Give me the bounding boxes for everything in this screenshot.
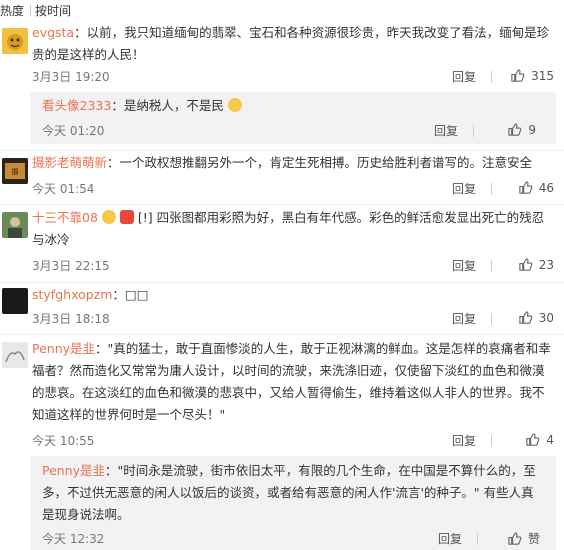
thumbs-up-icon [519, 258, 533, 271]
comment-meta: 3月3日 19:20 回复 315 [32, 68, 554, 86]
comment-body: ：以前，我只知道缅甸的翡翠、宝石和各种资源很珍贵，昨天我改变了看法，缅甸是珍贵的… [32, 25, 550, 62]
comment-meta: 今天 10:55 回复 4 [32, 432, 554, 450]
meta-divider [491, 435, 492, 447]
comment-username[interactable]: 摄影老萌萌新 [32, 155, 107, 170]
meta-divider [491, 183, 492, 195]
comment-text: 十三不靠08 [!] 四张图都用彩照为好，黑白有年代感。彩色的鲜活愈发显出死亡的… [32, 207, 556, 251]
comment-time: 今天 10:55 [32, 434, 95, 448]
meta-divider [477, 533, 478, 545]
comment-body: ：□□ [112, 287, 149, 302]
meta-divider [491, 260, 492, 272]
sub-reply-time: 今天 01:20 [42, 124, 105, 138]
comment-time: 今天 01:54 [32, 182, 95, 196]
sub-reply-meta: 今天 12:32 回复 赞 [42, 530, 540, 548]
reply-button[interactable]: 回复 [434, 122, 458, 139]
like-count: 4 [546, 432, 554, 447]
reply-button[interactable]: 回复 [452, 257, 476, 274]
comment-username[interactable]: Penny是韭 [32, 341, 95, 356]
like-button[interactable]: 315 [510, 68, 554, 83]
sub-reply-time: 今天 12:32 [42, 532, 105, 546]
sub-reply: Penny是韭："时间永是流驶，街市依旧太平，有限的几个生命，在中国是不算什么的… [30, 456, 556, 550]
comment-text: Penny是韭："真的猛士，敢于直面惨淡的人生，敢于正视淋漓的鲜血。这是怎样的哀… [32, 338, 556, 426]
reply-button[interactable]: 回复 [452, 310, 476, 327]
thumbs-up-icon [508, 532, 522, 545]
comment-time: 3月3日 18:18 [32, 312, 110, 326]
comment-meta: 今天 01:54 回复 46 [32, 180, 554, 198]
sub-reply-username[interactable]: 看头像2333 [42, 98, 111, 113]
comment-meta: 3月3日 22:15 回复 23 [32, 257, 554, 275]
like-count: 315 [531, 68, 554, 83]
meta-divider [491, 313, 492, 325]
sweat-emoji-icon [227, 98, 242, 112]
like-count: 46 [538, 180, 554, 195]
like-button[interactable]: 23 [518, 257, 554, 272]
sub-reply-body: ："时间永是流驶，街市依旧太平，有限的几个生命，在中国是不算什么的，至多，不过供… [42, 463, 536, 522]
thumbs-up-icon [508, 123, 522, 136]
comment-item [0, 204, 564, 205]
sub-reply-text: Penny是韭："时间永是流驶，街市依旧太平，有限的几个生命，在中国是不算什么的… [42, 460, 546, 526]
comment-body: ：一个政权想推翻另外一个，肯定生死相搏。历史给胜利者谱写的。注意安全 [107, 155, 533, 170]
like-count: 9 [528, 122, 536, 137]
avatar[interactable] [2, 212, 28, 238]
thumbs-up-icon [526, 433, 540, 446]
meta-divider [473, 125, 474, 137]
comment-text: styfghxopzm：□□ [32, 284, 556, 306]
comment-item [0, 282, 564, 283]
meta-divider [491, 71, 492, 83]
like-count: 30 [538, 310, 554, 325]
comment-username[interactable]: evgsta [32, 25, 74, 40]
like-button[interactable]: 4 [525, 432, 554, 447]
like-label: 赞 [527, 532, 540, 546]
like-count: 23 [538, 257, 554, 272]
reply-button[interactable]: 回复 [452, 68, 476, 85]
sub-reply-username[interactable]: Penny是韭 [42, 463, 105, 478]
gift-icon [119, 210, 134, 224]
sub-reply-meta: 今天 01:20 回复 9 [42, 122, 536, 140]
like-button[interactable]: 9 [507, 122, 536, 137]
reply-button[interactable]: 回复 [452, 180, 476, 197]
avatar[interactable]: 摄 [2, 158, 28, 184]
comment-time: 3月3日 19:20 [32, 70, 110, 84]
comment-username[interactable]: styfghxopzm [32, 287, 112, 302]
comment-time: 3月3日 22:15 [32, 259, 110, 273]
sub-reply-body: ：是纳税人，不是民 [111, 98, 224, 113]
comment-meta: 3月3日 18:18 回复 30 [32, 310, 554, 328]
comment-username[interactable]: 十三不靠08 [32, 210, 98, 225]
comment-text: 摄影老萌萌新：一个政权想推翻另外一个，肯定生死相搏。历史给胜利者谱写的。注意安全 [32, 152, 556, 174]
comment-body: ："真的猛士，敢于直面惨淡的人生，敢于正视淋漓的鲜血。这是怎样的哀痛者和幸福者？… [32, 341, 551, 422]
reply-button[interactable]: 回复 [438, 530, 462, 547]
avatar[interactable] [2, 342, 28, 368]
tab-hot[interactable]: 热度 [0, 2, 30, 19]
sort-tabs: 热度 按时间 [0, 0, 77, 20]
like-button[interactable]: 赞 [507, 530, 540, 547]
thumbs-up-icon [519, 311, 533, 324]
svg-text:摄: 摄 [12, 167, 19, 176]
like-button[interactable]: 30 [518, 310, 554, 325]
sub-reply: 看头像2333：是纳税人，不是民 今天 01:20 回复 9 [30, 92, 556, 144]
comment-item [0, 150, 564, 151]
thumbs-up-icon [511, 69, 525, 82]
like-button[interactable]: 46 [518, 180, 554, 195]
sub-reply-text: 看头像2333：是纳税人，不是民 [42, 96, 242, 116]
comment-item [0, 334, 564, 335]
tab-by-time[interactable]: 按时间 [31, 2, 77, 19]
comment-text: evgsta：以前，我只知道缅甸的翡翠、宝石和各种资源很珍贵，昨天我改变了看法，… [32, 22, 556, 66]
avatar[interactable] [2, 288, 28, 314]
laughing-emoji-icon [101, 210, 116, 224]
thumbs-up-icon [519, 181, 533, 194]
avatar[interactable] [2, 28, 28, 54]
reply-button[interactable]: 回复 [452, 432, 476, 449]
